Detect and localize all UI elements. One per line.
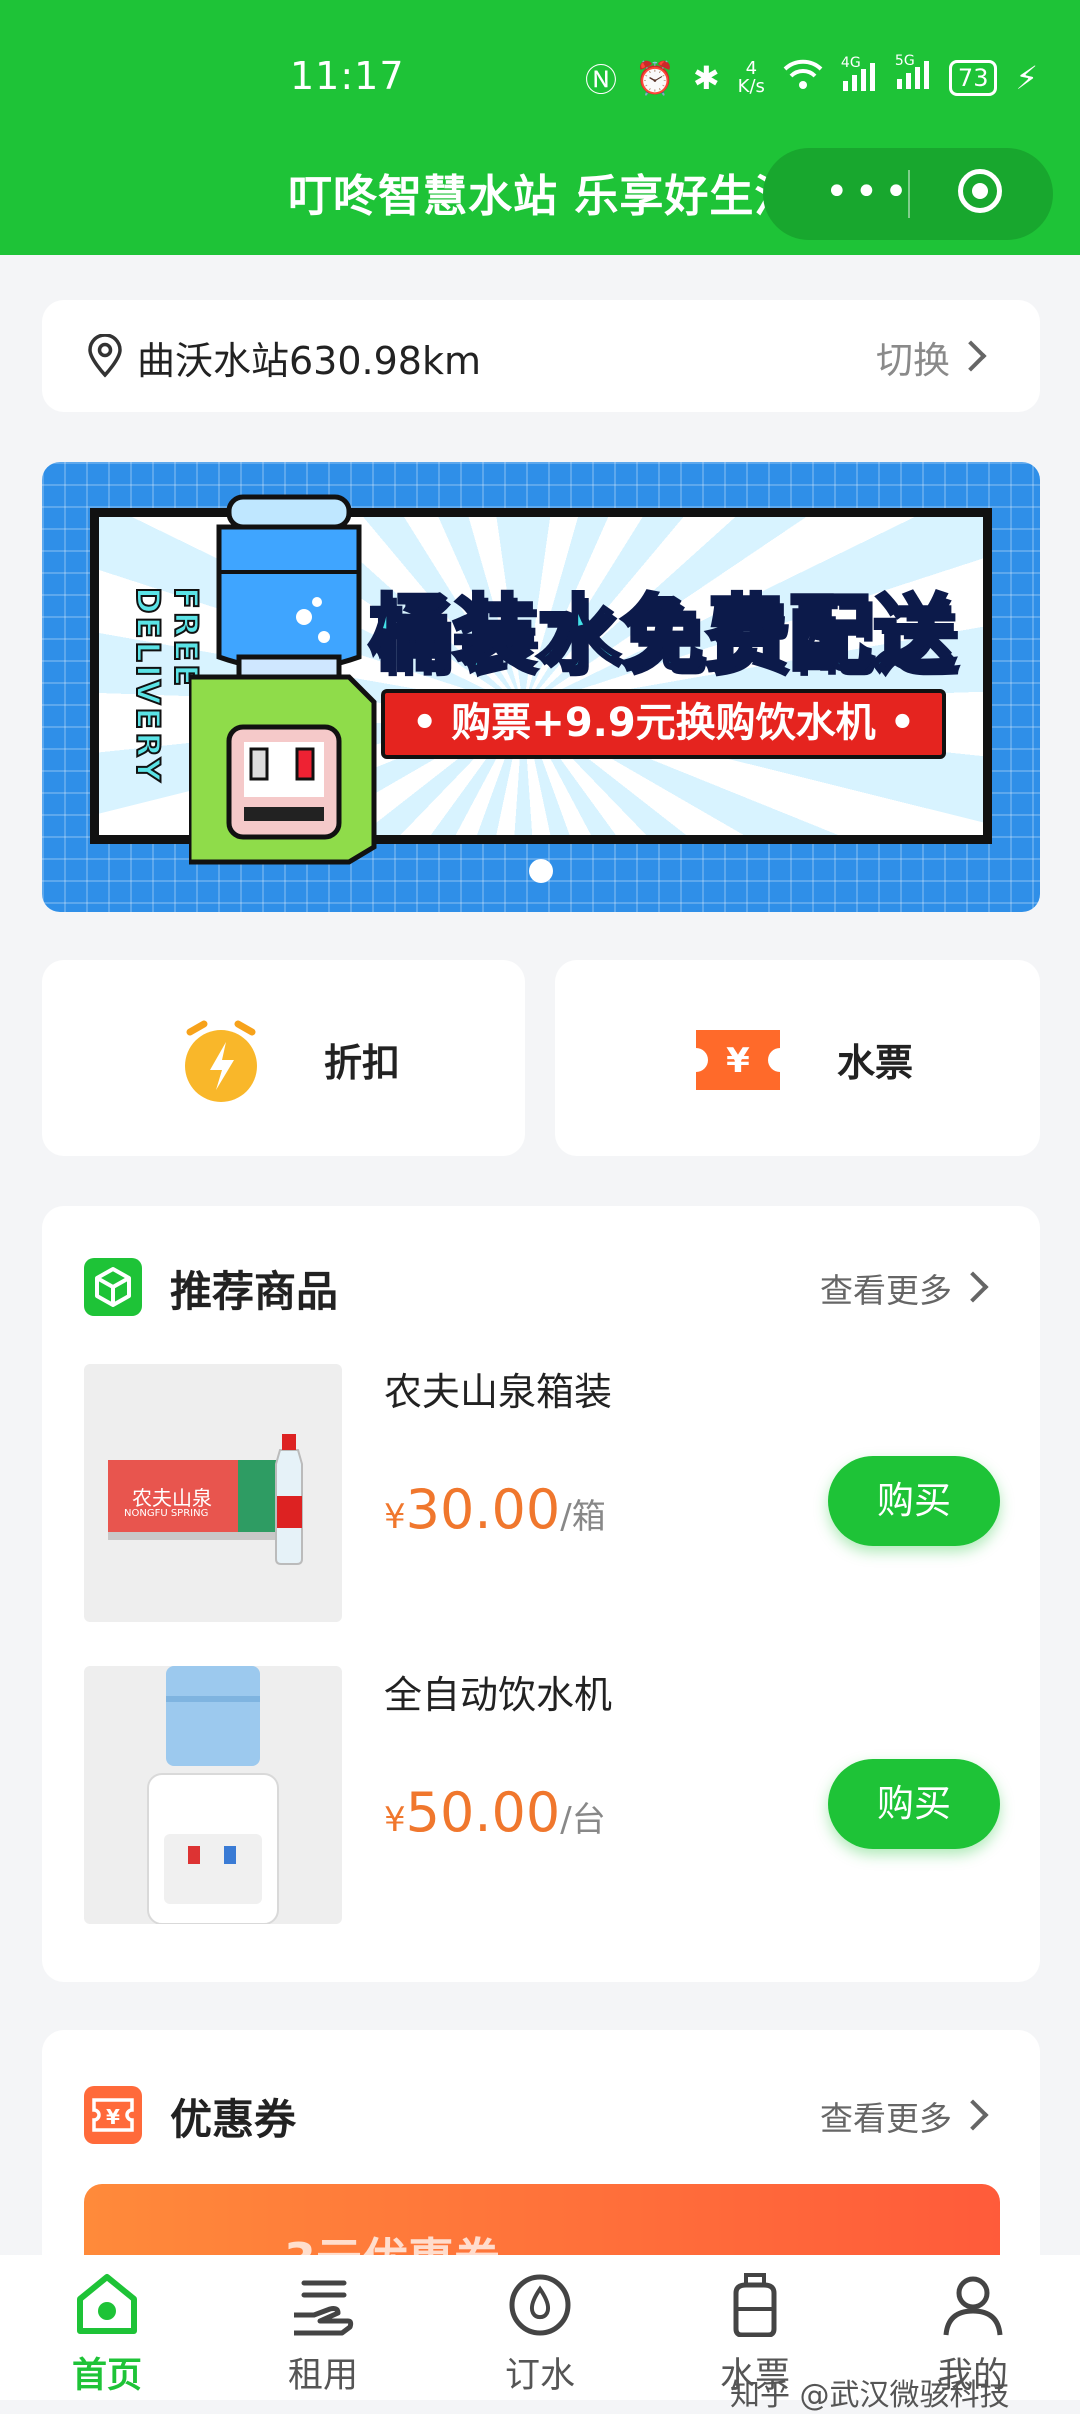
product-image[interactable] [84, 1666, 342, 1924]
product-image[interactable]: 农夫山泉 NONGFU SPRING [84, 1364, 342, 1622]
box-brand-subtext: NONGFU SPRING [124, 1508, 209, 1519]
product-name: 农夫山泉箱装 [384, 1370, 613, 1414]
buy-button[interactable]: 购买 [828, 1759, 1000, 1849]
see-more-link[interactable]: 查看更多 [820, 2092, 952, 2140]
banner-title: 桶装水免费配送 [367, 585, 958, 684]
alarm-icon: ⏰ [635, 59, 675, 97]
svg-text:¥: ¥ [106, 2105, 120, 2129]
miniprogram-capsule: ••• [763, 148, 1053, 240]
status-icons: Ⓝ ⏰ ✱ 4 K/s 4G 5G 73 ⚡ [585, 53, 1038, 100]
cube-icon [84, 1258, 142, 1320]
tab-label: 首页 [71, 2356, 142, 2396]
signal-5g-icon: 5G [895, 53, 931, 97]
location-card[interactable]: 曲沃水站630.98km 切换 [42, 300, 1040, 412]
nfc-icon: Ⓝ [585, 61, 618, 99]
status-time: 11:17 [290, 54, 405, 98]
tab-home[interactable]: 首页 [32, 2255, 182, 2400]
discount-entry[interactable]: 折扣 [42, 960, 525, 1156]
section-title: 推荐商品 [170, 1267, 339, 1316]
chevron-right-icon [957, 1271, 989, 1303]
rent-hand-icon [290, 2273, 356, 2341]
water-ticket-label: 水票 [837, 1041, 914, 1085]
net-speed: 4 K/s [737, 58, 765, 97]
lightning-clock-icon [176, 1016, 266, 1110]
switch-station-button[interactable]: 切换 [876, 330, 950, 384]
signal-4g-icon: 4G [841, 55, 877, 95]
tab-rent[interactable]: 租用 [248, 2255, 398, 2400]
see-more-link[interactable]: 查看更多 [820, 1264, 952, 1312]
header-bar: 11:17 Ⓝ ⏰ ✱ 4 K/s 4G 5G 73 ⚡ 叮咚智慧水站 乐享好生活… [0, 0, 1080, 255]
box-brand-text: 农夫山泉 [132, 1486, 212, 1510]
tab-label: 租用 [287, 2356, 358, 2396]
water-ticket-entry[interactable]: ¥ 水票 [555, 960, 1040, 1156]
product-price: ¥30.00/箱 [384, 1478, 606, 1541]
banner-subtitle: • 购票+9.9元换购饮水机 • [381, 689, 946, 759]
location-pin-icon [86, 333, 124, 382]
water-dispenser-illustration [186, 477, 389, 871]
battery-indicator: 73 [948, 60, 998, 96]
banner-frame: FREE DELIVERY 桶装水免费配送 • 购票+9.9元换购饮水机 • [90, 494, 992, 865]
product-price: ¥50.00/台 [384, 1781, 606, 1844]
coupon-icon: ¥ [84, 2086, 142, 2148]
charging-icon: ⚡ [1015, 59, 1038, 97]
buy-button[interactable]: 购买 [828, 1456, 1000, 1546]
station-distance: 曲沃水站630.98km [137, 339, 481, 383]
capsule-divider [908, 170, 910, 218]
chevron-right-icon [957, 2099, 989, 2131]
tab-label: 订水 [504, 2356, 575, 2396]
recommend-section: 推荐商品 查看更多 农夫山泉 NONGFU SPRING 农夫山泉箱装 ¥30.… [42, 1206, 1040, 1982]
yen-ticket-icon: ¥ [690, 1026, 786, 1098]
user-icon [940, 2273, 1006, 2341]
bluetooth-icon: ✱ [692, 59, 720, 97]
discount-label: 折扣 [324, 1041, 401, 1085]
water-bucket-icon [722, 2273, 788, 2341]
page-title: 叮咚智慧水站 乐享好生活 [288, 171, 800, 222]
section-title: 优惠券 [170, 2095, 297, 2144]
chevron-right-icon [955, 340, 987, 372]
product-name: 全自动饮水机 [384, 1673, 613, 1717]
water-drop-icon [507, 2273, 573, 2341]
promo-banner[interactable]: FREE DELIVERY 桶装水免费配送 • 购票+9.9元换购饮水机 • [42, 462, 1040, 912]
tab-order-water[interactable]: 订水 [465, 2255, 615, 2400]
close-target-icon[interactable] [958, 169, 1002, 213]
wifi-icon [783, 58, 823, 98]
home-icon [74, 2273, 140, 2341]
watermark: 知乎 @武汉微骇科技 [730, 2378, 1010, 2413]
svg-text:¥: ¥ [726, 1041, 750, 1081]
carousel-indicator [529, 859, 553, 883]
more-menu-button[interactable]: ••• [825, 172, 914, 212]
